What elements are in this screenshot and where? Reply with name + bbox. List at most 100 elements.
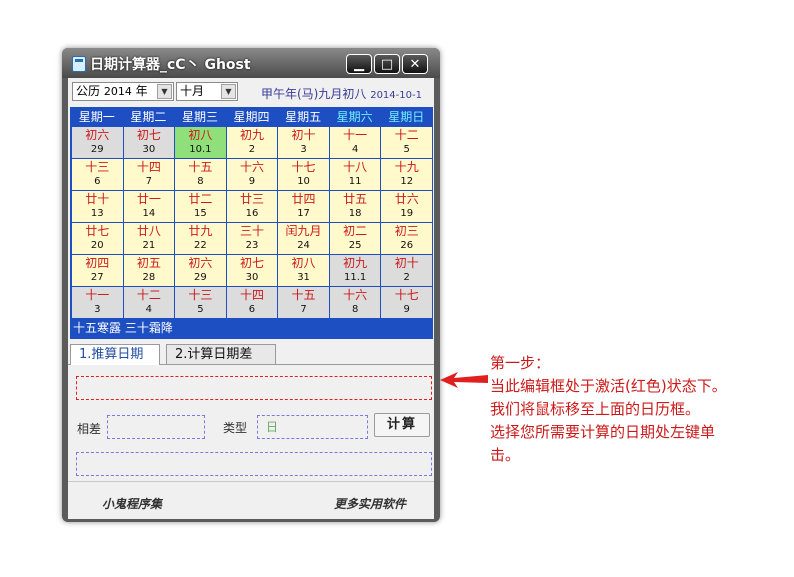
calendar-day[interactable]: 初十 2 [381,255,432,286]
calendar-day[interactable]: 廿七 20 [72,223,123,254]
annotation-line: 第一步： [490,354,551,372]
solar-day: 25 [348,240,362,251]
solar-day: 21 [142,240,156,251]
calendar-grid: 初六 29 初七 30 初八 10.1 初九 2 初十 3 十一 4 十二 5 十三 6 十四 7 十五 8 十六 9 十七… [72,127,432,318]
lunar-day: 十四 [136,160,161,174]
solar-day: 11.1 [344,272,367,283]
calendar-day[interactable]: 初十 3 [278,127,329,158]
solar-day: 20 [90,240,104,251]
calendar-day[interactable]: 十五 7 [278,287,329,318]
calendar-day[interactable]: 初四 27 [72,255,123,286]
title-bar[interactable]: 日期计算器_cC丶 Ghost ▁ □ ✕ [62,48,440,78]
calendar-day[interactable]: 廿一 14 [123,191,175,222]
solar-day: 9 [403,304,410,315]
year-suffix: 年 [135,84,148,98]
calendar-day[interactable]: 十四 6 [226,287,278,318]
lunar-day: 十二 [394,128,419,142]
start-date-field[interactable] [76,376,432,400]
tab-bar: 1.推算日期 2.计算日期差 [70,344,432,365]
calendar-day[interactable]: 初九 11.1 [329,255,381,286]
diff-input[interactable] [107,415,205,439]
calendar-day[interactable]: 十二 5 [381,127,432,158]
month-select[interactable]: 十月 ▼ [176,82,238,101]
maximize-button[interactable]: □ [374,54,400,74]
solar-day: 27 [90,272,104,283]
calendar-day[interactable]: 三十 23 [226,223,278,254]
calendar-day[interactable]: 十二 4 [123,287,175,318]
calendar-day[interactable]: 初八 31 [278,255,329,286]
tab-derive-date[interactable]: 1.推算日期 [70,344,160,365]
calendar-day[interactable]: 廿五 18 [329,191,381,222]
calendar-day[interactable]: 初八 10.1 [175,127,226,158]
lunar-day: 初九 [239,128,264,142]
solar-day: 4 [145,304,153,315]
lunar-day: 十七 [291,160,316,174]
calendar-day[interactable]: 初三 26 [381,223,432,254]
calendar-day[interactable]: 初六 29 [72,127,123,158]
solar-day: 29 [90,144,104,155]
minimize-button[interactable]: ▁ [346,54,372,74]
calendar-day[interactable]: 初五 28 [123,255,175,286]
lunar-day: 十六 [239,160,264,174]
solar-day: 6 [248,304,256,315]
lunar-day: 十一 [85,288,110,302]
tab-date-difference[interactable]: 2.计算日期差 [166,344,276,364]
calendar-day[interactable]: 十八 11 [329,159,381,190]
calendar-day[interactable]: 十三 5 [175,287,226,318]
maximize-icon: □ [380,56,394,72]
solar-day: 31 [297,272,310,283]
solar-day: 19 [400,208,414,219]
calendar-day[interactable]: 廿八 21 [123,223,175,254]
calendar-day[interactable]: 初九 2 [226,127,278,158]
calendar-day[interactable]: 闰九月 24 [278,223,329,254]
calendar-day[interactable]: 十六 8 [329,287,381,318]
calendar-day[interactable]: 十七 9 [381,287,432,318]
footer-right-link[interactable]: 更多实用软件 [334,495,406,512]
lunar-day: 十三 [188,288,213,302]
calendar-day[interactable]: 初七 30 [123,127,175,158]
calendar-day[interactable]: 初六 29 [175,255,226,286]
calendar-day[interactable]: 十一 4 [329,127,381,158]
lunar-day: 初七 [239,256,264,270]
calendar-day[interactable]: 初七 30 [226,255,278,286]
calendar-day[interactable]: 十三 6 [72,159,123,190]
calendar-day[interactable]: 廿六 19 [381,191,432,222]
calendar-day[interactable]: 十四 7 [123,159,175,190]
solar-day: 22 [194,240,207,251]
calendar-day[interactable]: 廿十 13 [72,191,123,222]
calendar-day[interactable]: 初二 25 [329,223,381,254]
calendar-day[interactable]: 十七 10 [278,159,329,190]
weekday-7: 星期日 [388,110,425,124]
calendar-day[interactable]: 十五 8 [175,159,226,190]
lunar-day: 廿一 [136,192,161,206]
solar-day: 26 [400,240,414,251]
year-select[interactable]: 公历 2014 年 ▼ [72,82,174,101]
type-select[interactable]: 日 [257,415,368,439]
solar-day: 11 [348,176,362,187]
footer-left-link[interactable]: 小鬼程序集 [102,495,162,512]
close-button[interactable]: ✕ [402,54,428,74]
lunar-day: 初八 [291,256,316,270]
calendar-day[interactable]: 廿九 22 [175,223,226,254]
calendar-day[interactable]: 廿四 17 [278,191,329,222]
lunar-day: 初五 [136,256,161,270]
calendar-day[interactable]: 廿二 15 [175,191,226,222]
solar-day: 16 [245,208,259,219]
lunar-day: 廿五 [343,192,368,206]
calendar-day[interactable]: 十一 3 [72,287,123,318]
diff-label: 相差 [77,422,102,436]
chevron-down-icon[interactable]: ▼ [157,84,172,99]
solar-day: 28 [142,272,156,283]
chevron-down-icon[interactable]: ▼ [221,84,236,99]
lunar-day: 初十 [394,256,419,270]
calendar-day[interactable]: 十六 9 [226,159,278,190]
lunar-day: 十九 [394,160,419,174]
calculate-button[interactable]: 计算 [374,413,430,437]
lunar-day: 廿六 [394,192,419,206]
calendar-day[interactable]: 廿三 16 [226,191,278,222]
calendar-day[interactable]: 十九 12 [381,159,432,190]
weekday-4: 星期四 [233,110,270,124]
type-label: 类型 [223,421,248,435]
lunar-day: 十三 [85,160,110,174]
solar-day: 13 [90,208,104,219]
